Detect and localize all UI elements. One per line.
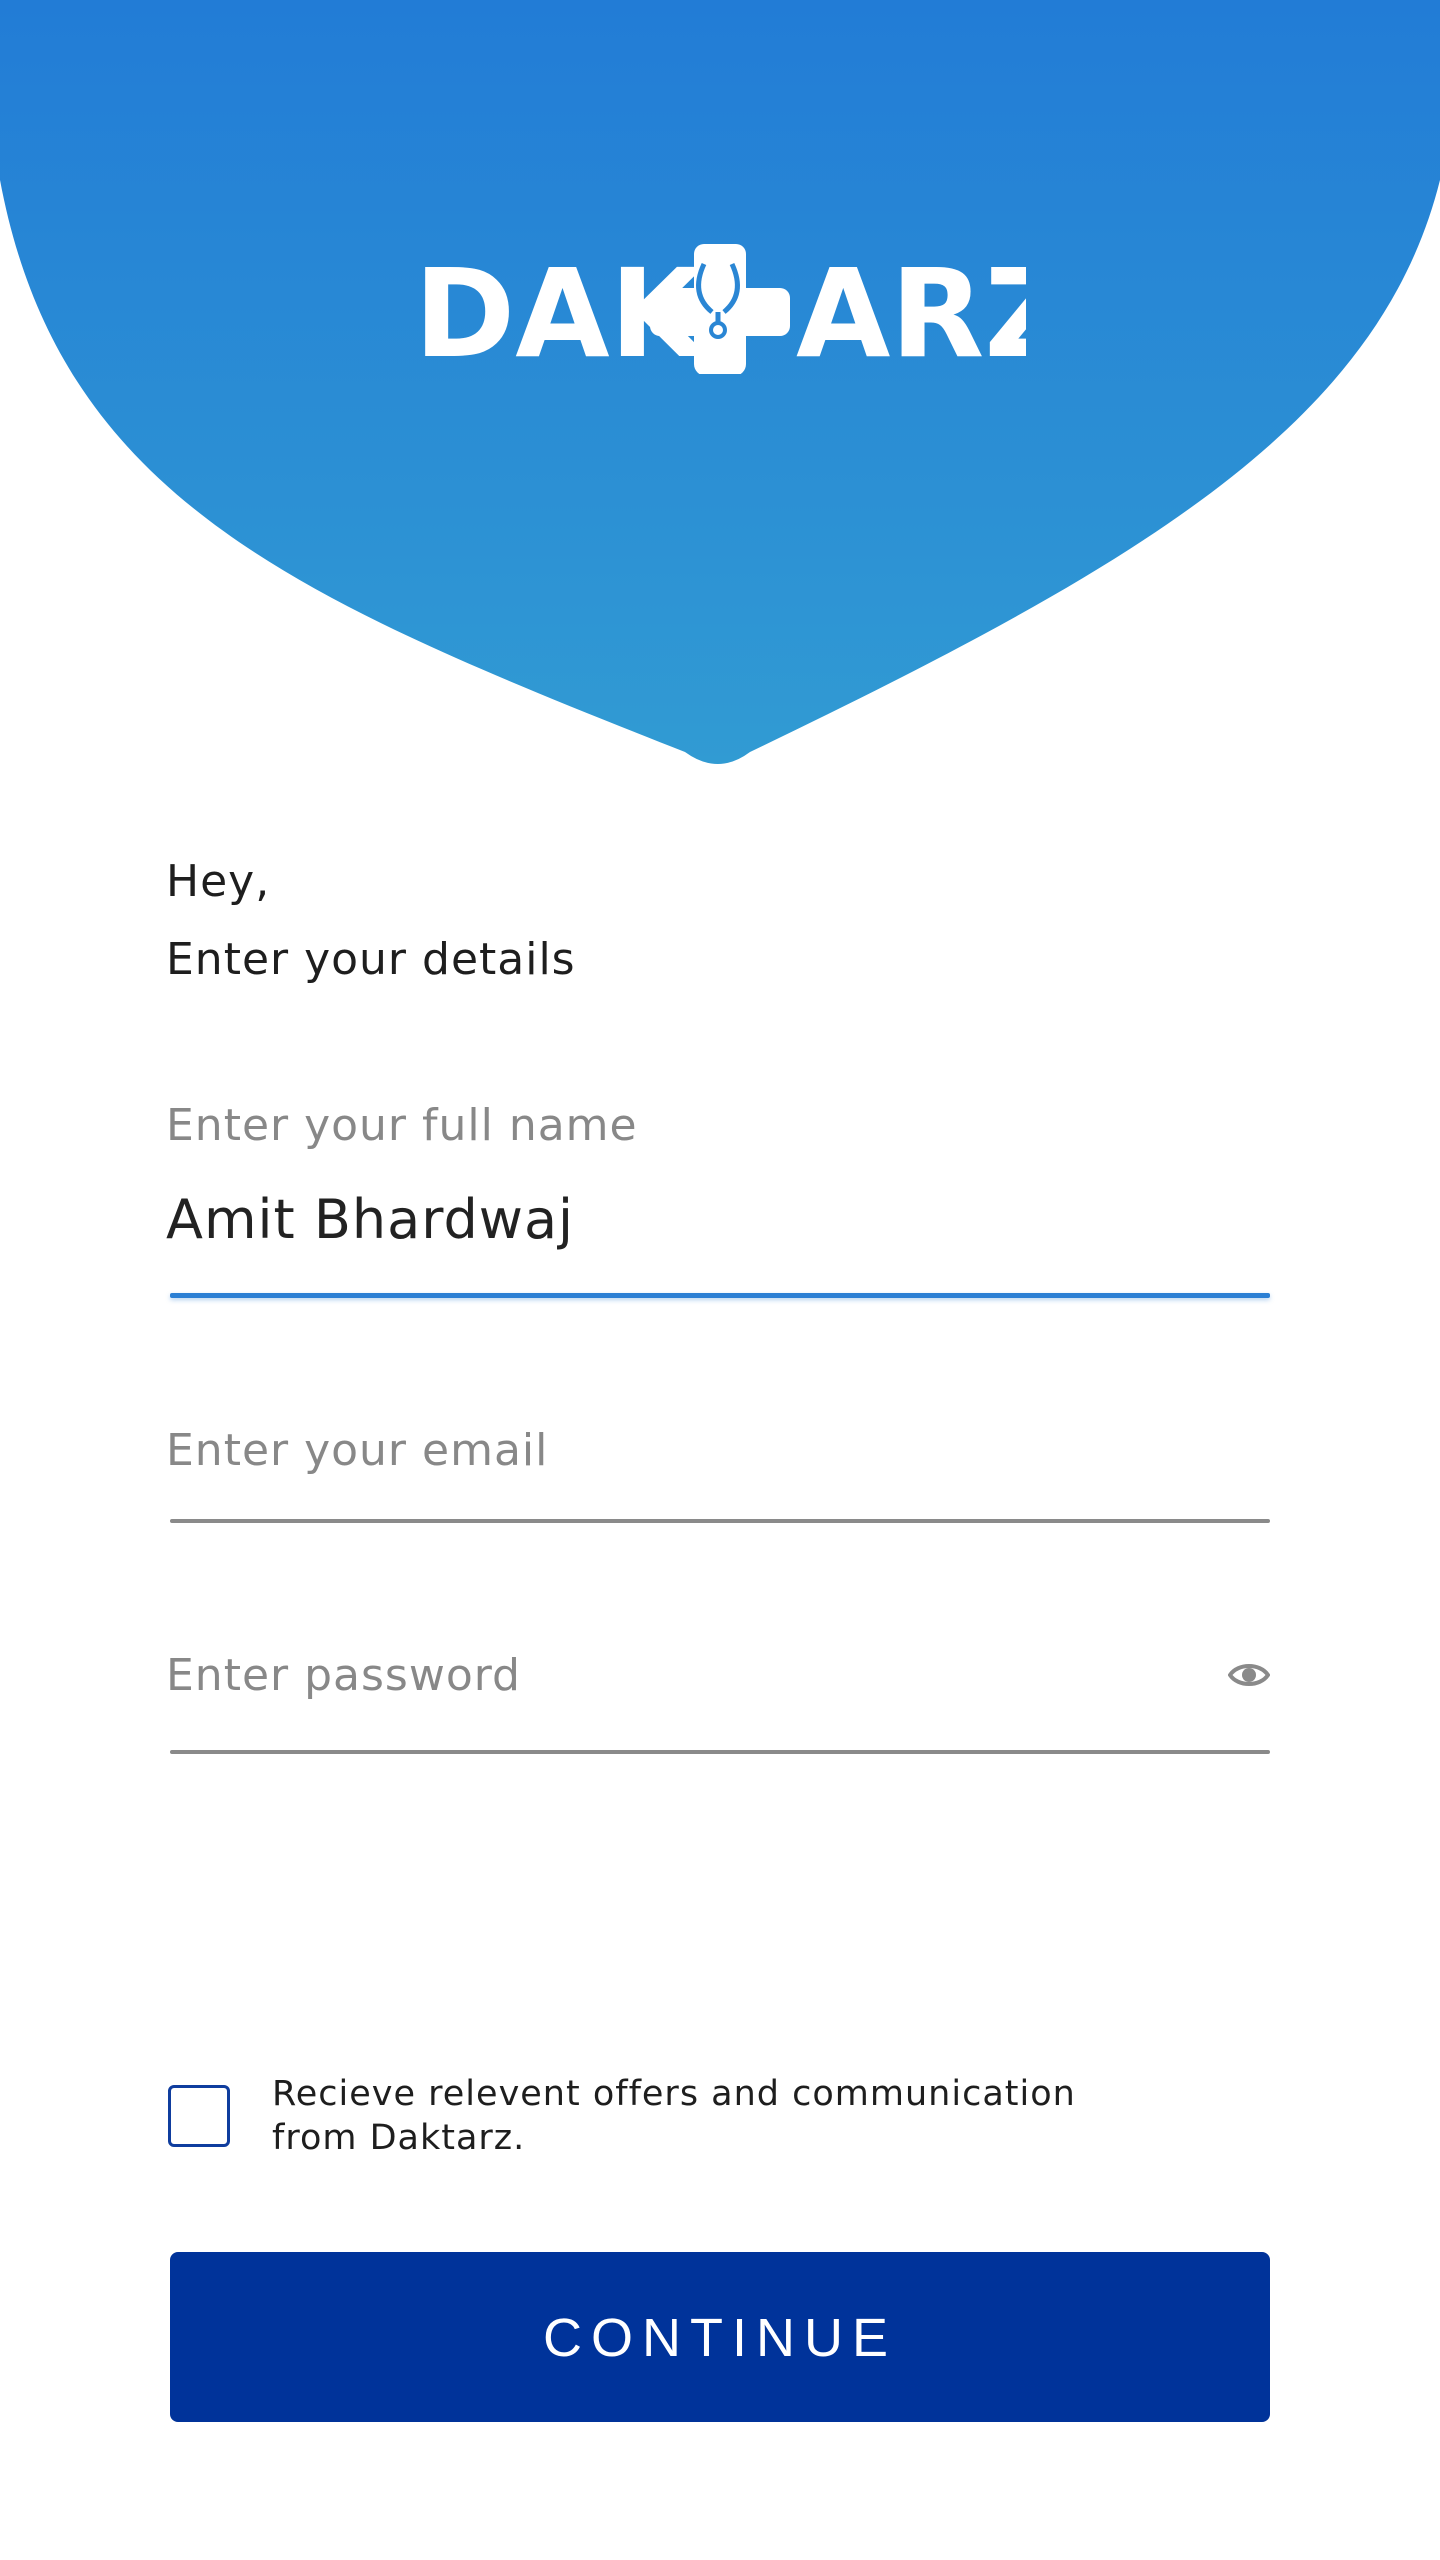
password-input[interactable]: Enter password — [166, 1650, 521, 1701]
offers-consent-label: Recieve relevent offers and communicatio… — [272, 2074, 1076, 2158]
full-name-input[interactable]: Amit Bhardwaj — [166, 1188, 574, 1251]
eye-icon[interactable] — [1228, 1660, 1270, 1690]
greeting-instructions: Enter your details — [166, 934, 576, 985]
email-input[interactable]: Enter your email — [166, 1425, 548, 1476]
offers-consent-checkbox[interactable] — [168, 2085, 230, 2147]
full-name-label: Enter your full name — [166, 1100, 638, 1151]
email-underline — [170, 1519, 1270, 1523]
full-name-underline — [170, 1293, 1270, 1298]
svg-text:ARZ: ARZ — [796, 244, 1026, 374]
header-background — [0, 0, 1440, 764]
daktarz-logo: DAK ARZ — [414, 244, 1026, 374]
signup-screen: DAK ARZ Hey, Enter your details Enter yo… — [0, 0, 1440, 2560]
continue-button[interactable]: CONTINUE — [170, 2252, 1270, 2422]
greeting: Hey, Enter your details — [166, 843, 576, 999]
greeting-hey: Hey, — [166, 856, 271, 907]
password-underline — [170, 1750, 1270, 1754]
